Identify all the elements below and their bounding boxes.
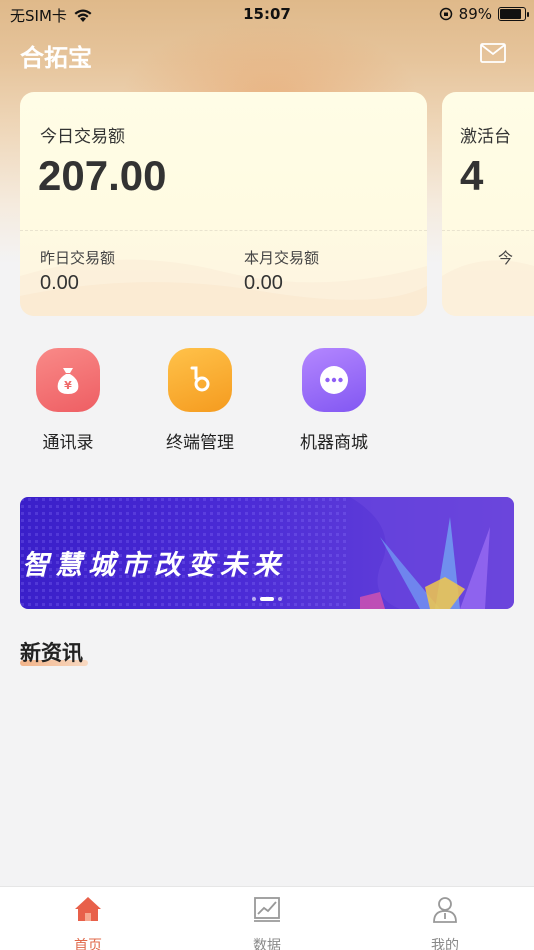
banner-pagination (20, 597, 514, 601)
tab-home[interactable]: 首页 (48, 895, 128, 950)
month-value: 0.00 (244, 272, 283, 294)
tab-label: 首页 (74, 938, 102, 950)
card-divider (442, 230, 534, 231)
svg-text:¥: ¥ (64, 379, 72, 392)
home-icon (75, 897, 101, 921)
tab-data[interactable]: 数据 (227, 895, 307, 950)
home-screen: 无SIM卡 15:07 89% 合拓宝 今日交易额 207.00 昨日交易额 0… (0, 0, 534, 950)
menu-terminal[interactable]: 终端管理 (150, 348, 250, 453)
status-bar: 无SIM卡 15:07 89% (0, 0, 534, 28)
app-title: 合拓宝 (20, 44, 92, 72)
activation-card[interactable]: 激活台 4 今 (442, 92, 534, 316)
pagination-dot (252, 597, 256, 601)
menu-label: 通讯录 (42, 433, 94, 453)
card-label: 今日交易额 (40, 127, 125, 147)
today-transaction-card[interactable]: 今日交易额 207.00 昨日交易额 0.00 本月交易额 0.00 (20, 92, 427, 316)
card-wave-decoration (442, 260, 534, 316)
money-bag-icon: ¥ (36, 348, 100, 412)
battery-icon (498, 7, 529, 21)
menu-label: 终端管理 (166, 433, 234, 453)
card-divider (20, 230, 427, 231)
battery-percent: 89% (458, 5, 492, 23)
card-label: 激活台 (460, 127, 511, 147)
menu-label: 机器商城 (300, 433, 368, 453)
menu-shop[interactable]: 机器商城 (284, 348, 384, 453)
more-dots-icon (302, 348, 366, 412)
pagination-dot (278, 597, 282, 601)
banner-text: 智慧城市改变未来 (22, 550, 286, 581)
pagination-dot-active (260, 597, 274, 601)
tab-label: 数据 (253, 938, 281, 950)
key-icon (168, 348, 232, 412)
yesterday-value: 0.00 (40, 272, 79, 294)
news-title: 新资讯 (20, 641, 83, 665)
chart-icon (254, 897, 280, 922)
tab-bar: 首页 数据 我的 (0, 886, 534, 950)
card-value: 207.00 (38, 152, 167, 199)
card-sub-label: 今 (498, 249, 514, 267)
menu-contacts[interactable]: ¥ 通讯录 (18, 348, 118, 453)
mail-icon[interactable] (480, 43, 506, 63)
user-icon (433, 897, 457, 923)
orientation-lock-icon (439, 7, 452, 21)
tab-label: 我的 (431, 938, 459, 950)
yesterday-label: 昨日交易额 (40, 249, 116, 267)
promo-banner[interactable]: 智慧城市改变未来 (20, 497, 514, 609)
card-wave-decoration (20, 259, 427, 316)
tab-mine[interactable]: 我的 (405, 895, 485, 950)
month-label: 本月交易额 (244, 249, 320, 267)
card-value: 4 (460, 152, 484, 199)
